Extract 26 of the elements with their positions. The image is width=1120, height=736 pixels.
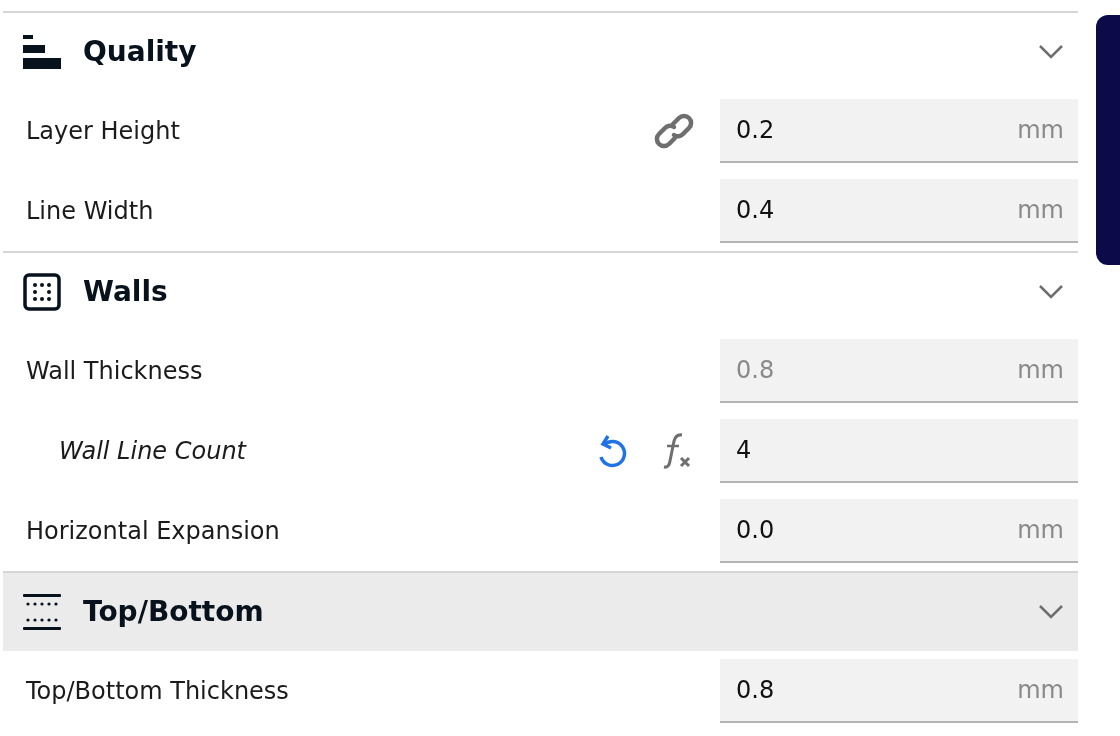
setting-label: Layer Height — [26, 116, 180, 147]
chevron-down-icon[interactable] — [1038, 604, 1064, 620]
layers-icon — [23, 35, 63, 69]
dotted-lines-icon — [23, 594, 61, 630]
section-title: Quality — [83, 34, 197, 70]
section-title: Walls — [83, 274, 168, 310]
scrollbar-thumb[interactable] — [1096, 15, 1120, 265]
section-header[interactable]: Top/Bottom — [3, 573, 1078, 651]
chevron-down-icon[interactable] — [1038, 44, 1064, 60]
input-field: 0.8 mm — [720, 339, 1078, 403]
section-header[interactable]: Quality — [3, 13, 1078, 91]
input-field[interactable]: 0.4 mm — [720, 179, 1078, 243]
setting-label: Wall Line Count — [59, 436, 246, 467]
chevron-down-icon[interactable] — [1038, 284, 1064, 300]
setting-label: Line Width — [26, 196, 154, 227]
input-field[interactable]: 4 — [720, 419, 1078, 483]
dotted-square-icon — [23, 273, 61, 311]
input-field[interactable]: 0.0 mm — [720, 499, 1078, 563]
setting-label: Horizontal Expansion — [26, 516, 280, 547]
section-header[interactable]: Walls — [3, 253, 1078, 331]
input-field[interactable]: 0.2 mm — [720, 99, 1078, 163]
setting-label: Top/Bottom Thickness — [26, 676, 289, 707]
section-title: Top/Bottom — [83, 594, 264, 630]
setting-label: Wall Thickness — [26, 356, 203, 387]
input-field[interactable]: 0.8 mm — [720, 659, 1078, 723]
link-icon[interactable] — [654, 112, 694, 150]
